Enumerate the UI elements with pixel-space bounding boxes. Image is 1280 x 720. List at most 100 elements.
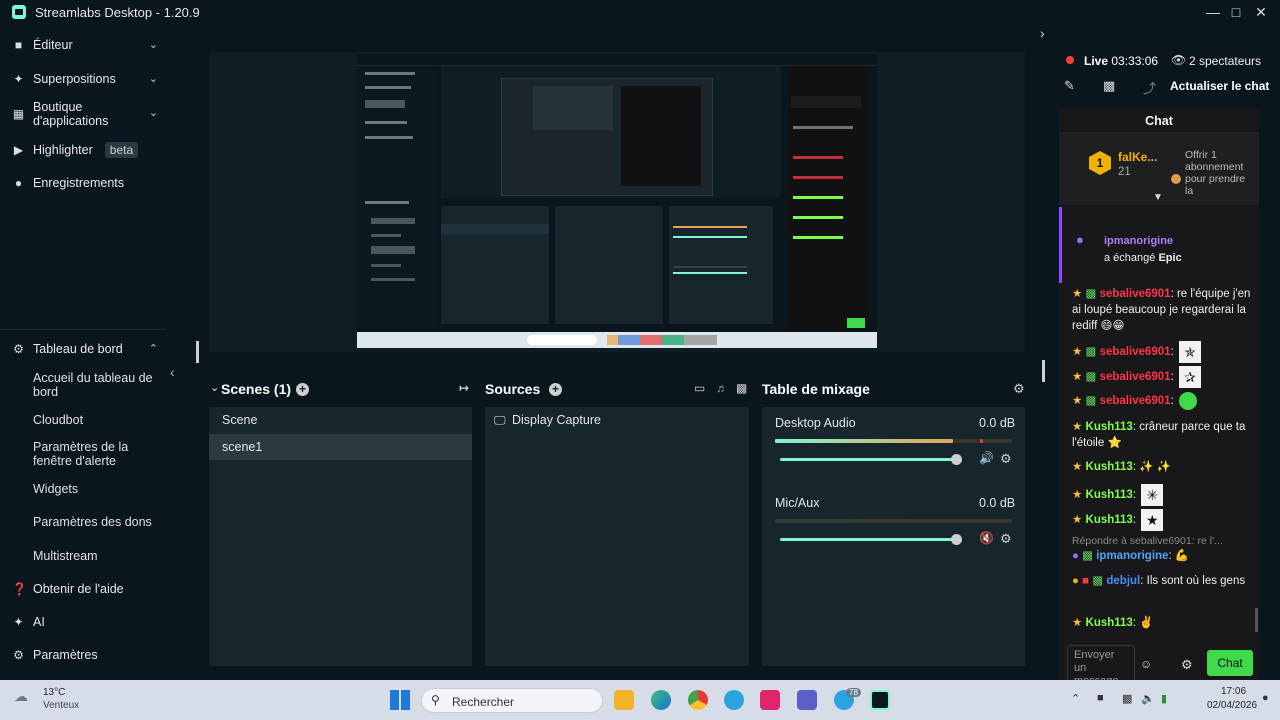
tray-app-icon[interactable]: ■: [1097, 692, 1104, 704]
clock-date[interactable]: 02/04/2026: [1207, 700, 1257, 711]
reply-reference: Répondre à sebalive6901: re l'...: [1072, 535, 1223, 547]
eye-icon: 👁: [1171, 53, 1187, 67]
top-user-count: 21: [1118, 166, 1131, 178]
sidebar-item-enregistrements[interactable]: ● Enregistrements: [12, 176, 162, 190]
volume-slider[interactable]: [780, 458, 956, 461]
sidebar-item-editeur[interactable]: ■ Éditeur ⌄: [12, 38, 162, 52]
sidebar-subitem-multistream[interactable]: Multistream: [33, 549, 158, 563]
edge-browser-icon[interactable]: [651, 690, 671, 710]
mixer-title: Table de mixage: [762, 381, 870, 397]
notification-badge: 78: [846, 688, 861, 697]
sidebar-item-aide[interactable]: ❓ Obtenir de l'aide: [12, 582, 162, 596]
file-explorer-icon[interactable]: [614, 690, 634, 710]
chat-message[interactable]: ★ Kush113: ★: [1072, 509, 1252, 531]
weather-temp[interactable]: 13°C: [43, 687, 65, 698]
add-folder-icon[interactable]: ▩: [736, 381, 747, 395]
chat-message[interactable]: ★ Kush113: ✨ ✨: [1072, 459, 1252, 475]
ai-sparkle-icon: ✦: [13, 614, 24, 629]
transition-icon[interactable]: ↦: [459, 381, 469, 395]
scene-item[interactable]: scene1: [209, 434, 472, 460]
notifications-icon[interactable]: ●: [1262, 692, 1269, 704]
sidebar-subitem-dons[interactable]: Paramètres des dons: [33, 515, 158, 529]
add-source-button[interactable]: +: [549, 383, 562, 396]
tray-chevron-icon[interactable]: ⌃: [1071, 692, 1080, 705]
audio-meter-track: [775, 519, 1012, 523]
network-icon[interactable]: ▩: [1122, 692, 1132, 705]
emote-icon: ✯: [1178, 341, 1201, 363]
mixer-settings-gear-icon[interactable]: ⚙: [1013, 381, 1025, 397]
volume-slider[interactable]: [780, 538, 956, 541]
emote-icon: ★: [1141, 509, 1164, 531]
sidebar-item-superpositions[interactable]: ✦ Superpositions ⌄: [12, 72, 162, 86]
sidebar-subitem-widgets[interactable]: Widgets: [33, 482, 158, 496]
battery-icon[interactable]: ▮: [1161, 692, 1167, 705]
sidebar-item-highlighter[interactable]: ▶ Highlighter beta: [12, 142, 162, 158]
weather-icon[interactable]: ☁: [14, 688, 28, 705]
chat-message[interactable]: ★ ▩ sebalive6901: ✰: [1072, 366, 1252, 388]
sources-panel: 🖵 Display Capture: [485, 407, 749, 666]
teams-icon[interactable]: [797, 690, 817, 710]
sidebar-item-boutique[interactable]: ▦ Boutique d'applications ⌄: [12, 100, 162, 128]
channel-settings-gear-icon[interactable]: ⚙: [1000, 451, 1012, 467]
sidebar-subitem-accueil[interactable]: Accueil du tableau de bord: [33, 371, 158, 399]
telegram-icon[interactable]: [724, 690, 744, 710]
collapse-scenes-icon[interactable]: ⌄: [210, 381, 219, 394]
sidebar-subitem-alert-settings[interactable]: Paramètres de la fenêtre d'alerte: [33, 440, 158, 468]
volume-slider-handle[interactable]: [951, 534, 962, 545]
edit-stream-info-icon[interactable]: ✎: [1064, 78, 1075, 94]
emoji-icon[interactable]: ☺: [1140, 657, 1152, 671]
sidebar-item-label: Enregistrements: [33, 176, 125, 190]
start-button[interactable]: [390, 690, 410, 710]
send-chat-button[interactable]: Chat: [1207, 650, 1253, 676]
chrome-icon[interactable]: [688, 690, 708, 710]
chat-message[interactable]: ● ▩ ipmanorigine: 💪: [1072, 548, 1252, 564]
preview-sidebar: [357, 66, 437, 328]
chat-settings-gear-icon[interactable]: ⚙: [1181, 657, 1193, 673]
maximize-button[interactable]: □: [1226, 2, 1246, 22]
chat-panel: Chat 1 falKe... 21 Offrir 1 abonnement p…: [1059, 108, 1259, 680]
clock-time[interactable]: 17:06: [1221, 686, 1246, 697]
chat-message-input[interactable]: Envoyer un message: [1067, 645, 1135, 680]
gear-icon: ⚙: [13, 647, 24, 662]
tiktok-icon[interactable]: [760, 690, 780, 710]
chat-message[interactable]: ★ Kush113: ✳: [1072, 484, 1252, 506]
weather-desc[interactable]: Venteux: [43, 700, 79, 711]
store-icon[interactable]: ▩: [1103, 78, 1115, 94]
sidebar-item-tableau-de-bord[interactable]: ⚙ Tableau de bord ⌃: [12, 342, 162, 356]
source-display-icon[interactable]: ▭: [694, 381, 705, 395]
collapse-sidebar-icon[interactable]: ‹: [170, 364, 175, 380]
chat-message[interactable]: ★ ▩ sebalive6901:: [1072, 392, 1252, 410]
source-item[interactable]: Display Capture: [512, 413, 601, 427]
chat-message[interactable]: ● ■ ▩ debjul: Ils sont où les gens: [1072, 573, 1252, 589]
share-icon[interactable]: ⤴: [1143, 78, 1156, 97]
display-capture-icon: 🖵: [494, 413, 506, 427]
refresh-chat-button[interactable]: Actualiser le chat: [1170, 79, 1269, 93]
expand-panel-icon[interactable]: ›: [1040, 25, 1045, 41]
close-button[interactable]: ✕: [1251, 2, 1271, 22]
chat-message[interactable]: ★ Kush113: ✌️: [1072, 615, 1252, 631]
taskbar-search[interactable]: ⚲ Rechercher: [421, 688, 603, 713]
sidebar-item-label: AI: [33, 615, 45, 629]
minimize-button[interactable]: —: [1203, 2, 1223, 22]
chat-scrollbar[interactable]: [1255, 608, 1258, 632]
sidebar-item-parametres[interactable]: ⚙ Paramètres: [12, 648, 162, 662]
chat-message[interactable]: ★ Kush113: crâneur parce que ta l'étoile…: [1072, 419, 1252, 451]
chat-message[interactable]: ★ ▩ sebalive6901: ✯: [1072, 341, 1252, 363]
streamlabs-taskbar-icon[interactable]: [870, 690, 890, 710]
resize-handle[interactable]: [196, 341, 199, 363]
speaker-icon[interactable]: 🔊: [979, 451, 994, 465]
expand-leaderboard-icon[interactable]: ▼: [1153, 192, 1163, 203]
sidebar-divider: [0, 329, 166, 330]
channel-settings-gear-icon[interactable]: ⚙: [1000, 531, 1012, 547]
chat-message[interactable]: ★ ▩ sebalive6901: re l'équipe j'en ai lo…: [1072, 286, 1252, 334]
muted-mic-icon[interactable]: 🔇: [979, 531, 994, 545]
mixer-panel: Desktop Audio 0.0 dB 🔊 ⚙ Mic/Aux 0.0 dB …: [762, 407, 1025, 666]
volume-icon[interactable]: 🔈: [1141, 692, 1155, 705]
source-audio-icon[interactable]: ♬: [716, 381, 728, 395]
add-scene-button[interactable]: +: [296, 383, 309, 396]
chevron-down-icon: ⌄: [148, 107, 158, 119]
sidebar-item-ai[interactable]: ✦ AI: [12, 615, 162, 629]
resize-handle-right[interactable]: [1042, 360, 1045, 382]
sidebar-subitem-cloudbot[interactable]: Cloudbot: [33, 413, 158, 427]
volume-slider-handle[interactable]: [951, 454, 962, 465]
